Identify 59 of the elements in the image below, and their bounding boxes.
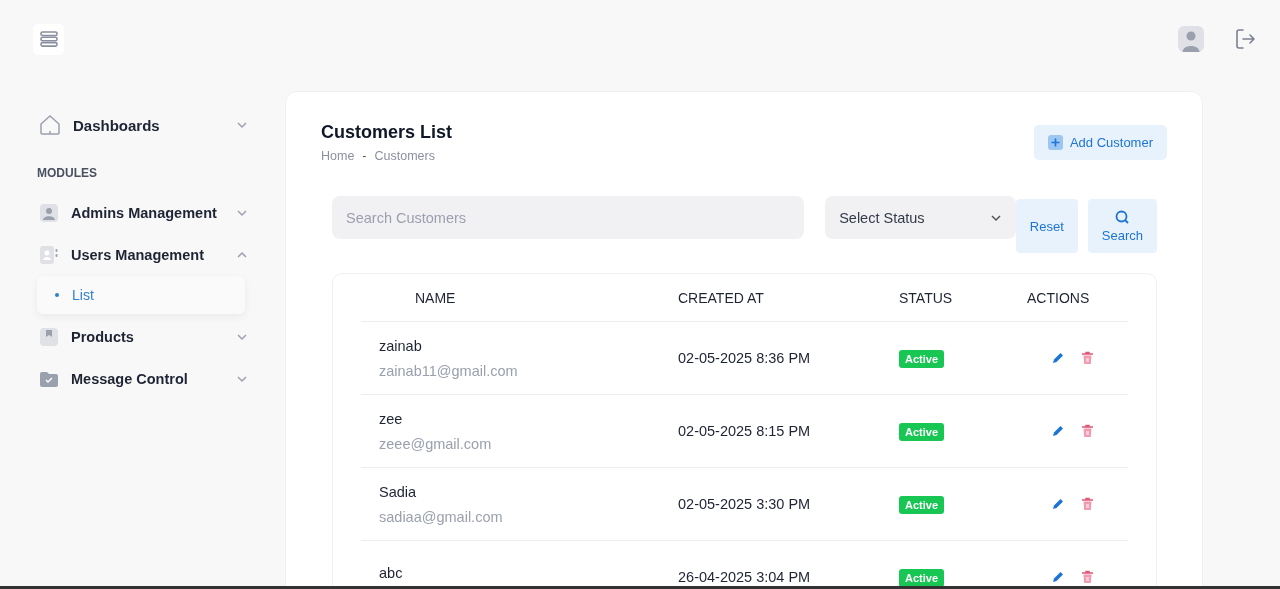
column-header: STATUS bbox=[899, 289, 954, 306]
created-date: 02-05-2025 8:36 PM bbox=[678, 350, 812, 366]
column-header: ACTIONS bbox=[1027, 289, 1091, 306]
section-title: MODULES bbox=[37, 166, 98, 180]
search-field[interactable]: Search Customers bbox=[332, 196, 805, 239]
bullet-icon bbox=[55, 293, 59, 297]
sidebar-item[interactable]: Message Control bbox=[37, 358, 245, 400]
submenu-item[interactable]: List bbox=[37, 276, 245, 314]
column-header: NAME bbox=[414, 289, 457, 306]
trash-icon[interactable] bbox=[1081, 424, 1094, 438]
sidebar-item-label: Message Control bbox=[71, 371, 189, 387]
pencil-icon[interactable] bbox=[1051, 351, 1065, 365]
pencil-icon[interactable] bbox=[1051, 497, 1065, 511]
breadcrumb-separator: - bbox=[362, 148, 367, 163]
trash-icon[interactable] bbox=[1081, 351, 1094, 365]
pencil-icon[interactable] bbox=[1051, 570, 1065, 584]
add-customer-button[interactable]: Add Customer bbox=[1033, 124, 1167, 160]
status-badge: Active bbox=[899, 423, 945, 441]
customer-name: zainab bbox=[379, 337, 423, 354]
created-date: 02-05-2025 3:30 PM bbox=[678, 496, 812, 512]
page-title: Customers List bbox=[321, 121, 453, 143]
status-select[interactable]: Select Status bbox=[825, 196, 1016, 239]
logout-icon[interactable] bbox=[1234, 28, 1256, 50]
menu-button[interactable] bbox=[33, 23, 64, 55]
sidebar-item-label: Dashboards bbox=[73, 116, 161, 134]
column-header: CREATED AT bbox=[678, 289, 765, 306]
search-icon bbox=[1115, 209, 1130, 224]
person-icon bbox=[39, 203, 59, 223]
search-button[interactable]: Search bbox=[1087, 199, 1157, 253]
submenu-label: List bbox=[72, 287, 94, 303]
sidebar-item[interactable]: Users Management bbox=[37, 234, 245, 276]
customer-name: zee bbox=[379, 410, 404, 427]
plus-icon bbox=[1047, 134, 1063, 150]
customer-name: abc bbox=[379, 564, 404, 581]
avatar-icon[interactable] bbox=[1178, 26, 1204, 52]
customer-email: sadiaa@gmail.com bbox=[379, 508, 504, 525]
pencil-icon[interactable] bbox=[1051, 424, 1065, 438]
status-badge: Active bbox=[899, 569, 945, 586]
sidebar-item[interactable]: Dashboards bbox=[37, 104, 245, 146]
reset-button[interactable]: Reset bbox=[1015, 199, 1078, 253]
customer-email: zainab11@gmail.com bbox=[379, 362, 519, 379]
home-icon bbox=[39, 114, 61, 136]
sidebar-item-label: Admins Management bbox=[71, 205, 218, 221]
status-badge: Active bbox=[899, 350, 945, 368]
customer-email: zeee@gmail.com bbox=[379, 435, 493, 452]
bookmark-icon bbox=[39, 327, 59, 347]
sidebar-item[interactable]: Admins Management bbox=[37, 192, 245, 234]
sidebar-item[interactable]: Products bbox=[37, 316, 245, 358]
created-date: 26-04-2025 3:04 PM bbox=[678, 569, 812, 585]
status-badge: Active bbox=[899, 496, 945, 514]
folder-icon bbox=[39, 369, 59, 389]
contact-card-icon bbox=[39, 245, 59, 265]
sidebar-item-label: Users Management bbox=[71, 247, 205, 263]
created-date: 02-05-2025 8:15 PM bbox=[678, 423, 812, 439]
trash-icon[interactable] bbox=[1081, 570, 1094, 584]
sidebar-item-label: Products bbox=[71, 329, 135, 345]
trash-icon[interactable] bbox=[1081, 497, 1094, 511]
menu-icon bbox=[39, 31, 58, 47]
customer-name: Sadia bbox=[379, 483, 418, 500]
